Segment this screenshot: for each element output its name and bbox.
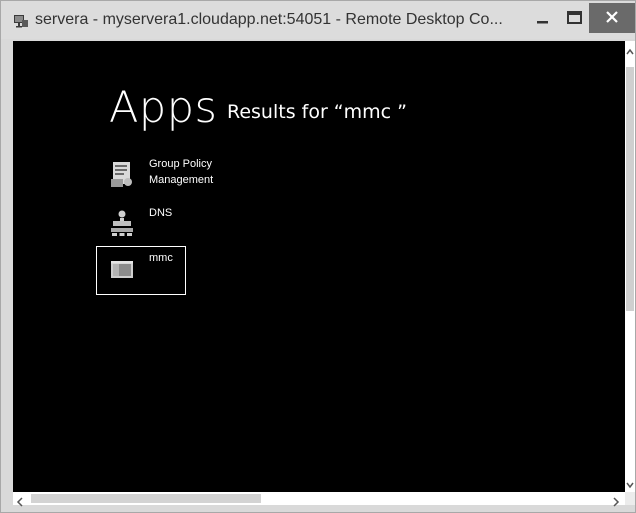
close-icon [606,11,618,23]
remote-desktop-window: servera - myservera1.cloudapp.net:54051 … [0,0,636,513]
app-tile-label: Group Policy Management [149,158,214,186]
app-tile-label: DNS [149,207,173,219]
scrollbar-corner [625,492,635,505]
dns-icon [109,208,135,238]
apps-heading: Apps [109,83,218,133]
group-policy-icon [109,159,135,189]
close-button[interactable] [589,3,635,33]
scroll-up-icon[interactable] [626,44,634,55]
app-tile-mmc[interactable]: mmc [96,246,186,295]
horizontal-scroll-thumb[interactable] [31,494,261,503]
app-tile-group-policy-management[interactable]: Group Policy Management [96,152,213,201]
remote-desktop-icon [13,13,29,29]
title-bar[interactable]: servera - myservera1.cloudapp.net:54051 … [1,1,635,39]
app-tile-label: mmc [149,252,173,264]
search-results-label: Results for “mmc ” [227,101,407,123]
mmc-icon [109,253,135,283]
app-tile-dns[interactable]: DNS [96,201,186,250]
horizontal-scrollbar[interactable] [13,492,625,507]
scroll-left-icon[interactable] [15,494,25,507]
remote-session-viewport[interactable]: Apps Results for “mmc ” Group Policy Man… [13,41,625,492]
vertical-scrollbar[interactable] [625,41,635,492]
vertical-scroll-thumb[interactable] [626,67,634,311]
window-title: servera - myservera1.cloudapp.net:54051 … [35,11,503,28]
scroll-right-icon[interactable] [611,494,621,507]
scroll-down-icon[interactable] [626,477,634,489]
